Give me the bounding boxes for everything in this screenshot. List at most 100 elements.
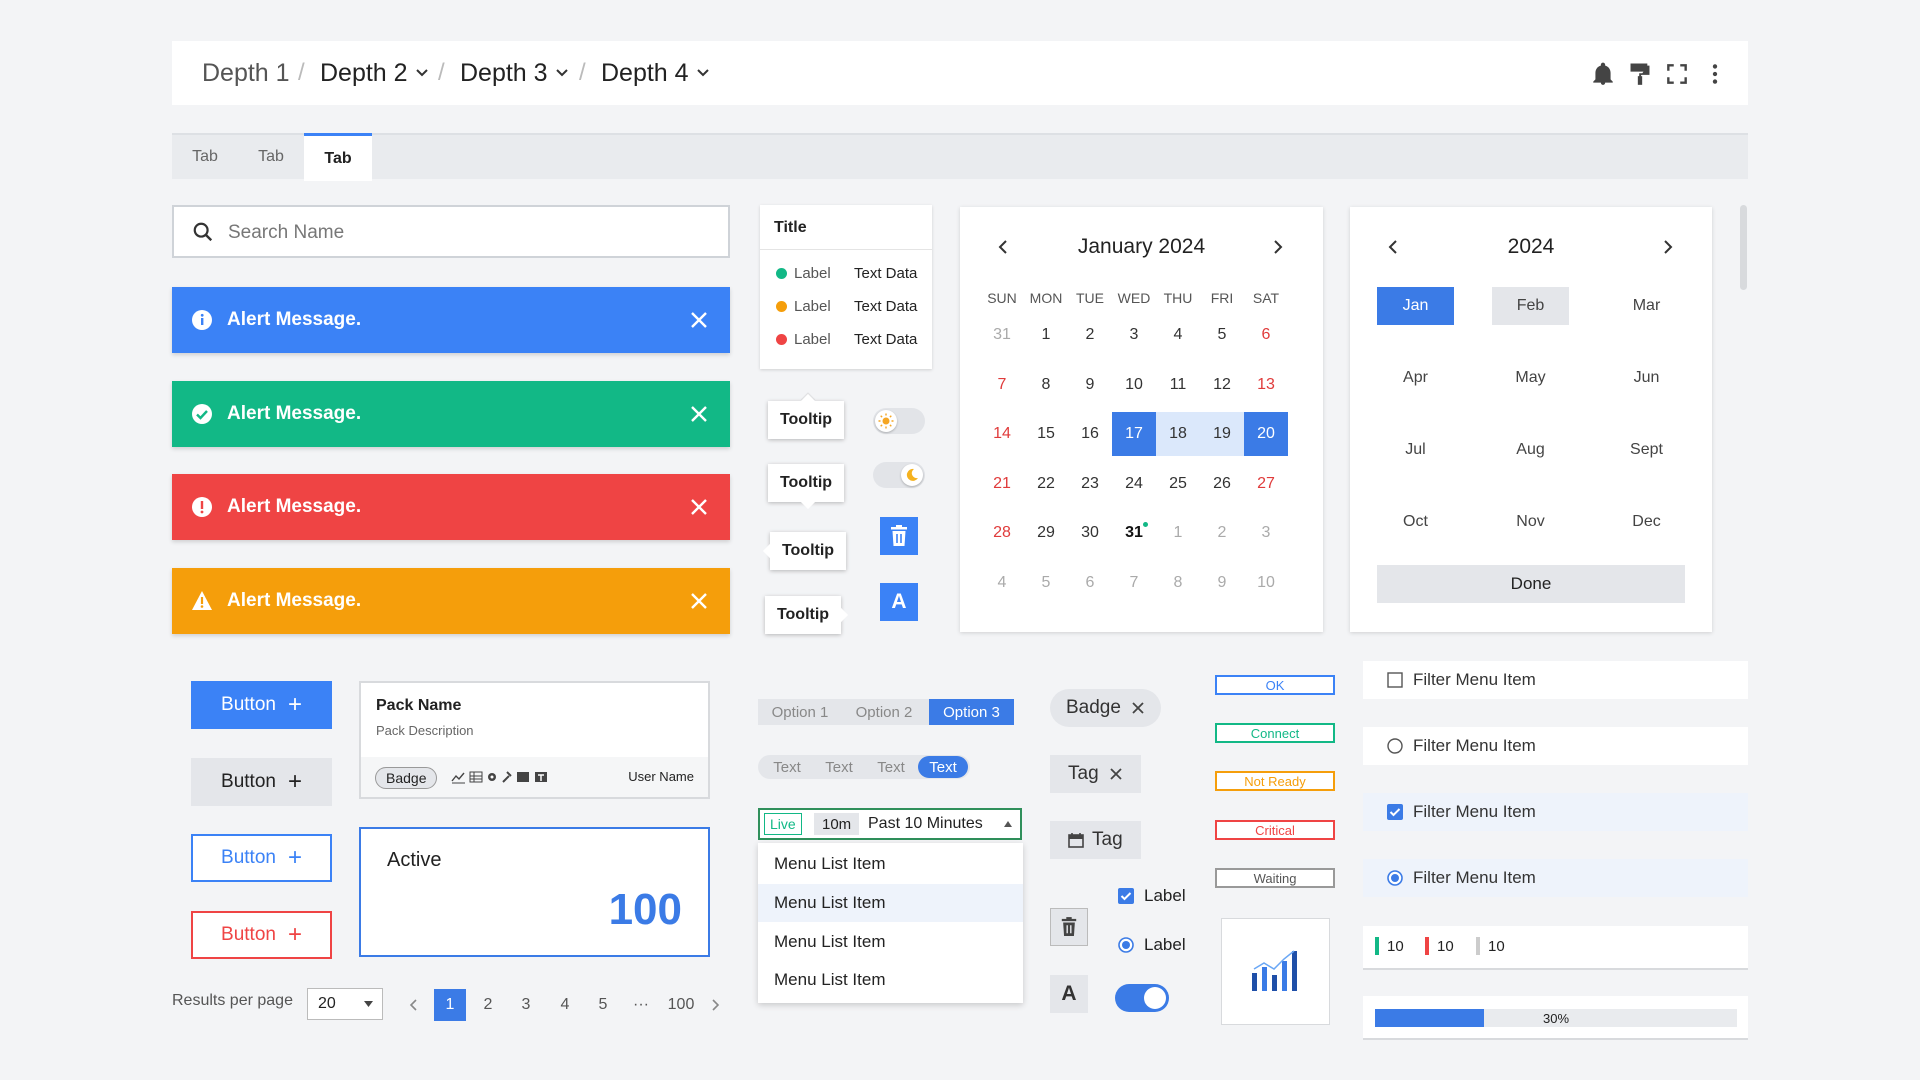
calendar-day[interactable]: 8 [1024, 363, 1068, 407]
calendar-day[interactable]: 29 [1024, 511, 1068, 555]
month-jul[interactable]: Jul [1377, 431, 1454, 469]
calendar-day[interactable]: 1 [1024, 313, 1068, 357]
bell-icon[interactable] [1590, 61, 1616, 87]
calendar-day[interactable]: 25 [1156, 462, 1200, 506]
page-2[interactable]: 2 [472, 989, 504, 1021]
fullscreen-icon[interactable] [1664, 61, 1690, 87]
close-icon[interactable] [688, 590, 710, 612]
theme-toggle-dark[interactable] [873, 462, 925, 488]
page-3[interactable]: 3 [510, 989, 542, 1021]
calendar-day[interactable]: 2 [1068, 313, 1112, 357]
month-dec[interactable]: Dec [1608, 503, 1685, 541]
calendar-day[interactable]: 9 [1068, 363, 1112, 407]
month-feb[interactable]: Feb [1492, 287, 1569, 325]
filter-item-checkbox-checked[interactable]: Filter Menu Item [1363, 793, 1748, 831]
button-outline[interactable]: Button + [191, 834, 332, 882]
breadcrumb-depth-3[interactable]: Depth 3 [460, 41, 568, 105]
calendar-day[interactable]: 1 [1156, 511, 1200, 555]
stat-card-active[interactable]: Active 100 [359, 827, 710, 957]
option-1[interactable]: Option 1 [758, 699, 842, 725]
close-icon[interactable] [688, 309, 710, 331]
calendar-day[interactable]: 24 [1112, 462, 1156, 506]
month-oct[interactable]: Oct [1377, 503, 1454, 541]
calendar-day[interactable]: 18 [1156, 412, 1200, 456]
chevron-right-icon[interactable] [1658, 238, 1676, 256]
text-option-4-selected[interactable]: Text [918, 756, 968, 778]
text-option-2[interactable]: Text [814, 755, 864, 779]
button-primary[interactable]: Button + [191, 681, 332, 729]
calendar-day[interactable]: 5 [1024, 561, 1068, 605]
calendar-day[interactable]: 23 [1068, 462, 1112, 506]
calendar-day[interactable]: 26 [1200, 462, 1244, 506]
close-icon[interactable] [1131, 701, 1145, 715]
page-1[interactable]: 1 [434, 989, 466, 1021]
menu-list-item[interactable]: Menu List Item [758, 923, 1023, 961]
calendar-day[interactable]: 28 [980, 511, 1024, 555]
month-nov[interactable]: Nov [1492, 503, 1569, 541]
close-icon[interactable] [688, 403, 710, 425]
button-danger-outline[interactable]: Button + [191, 911, 332, 959]
text-option-1[interactable]: Text [762, 755, 812, 779]
checkbox-field[interactable]: Label [1118, 886, 1186, 906]
month-may[interactable]: May [1492, 359, 1569, 397]
filter-item-radio-selected[interactable]: Filter Menu Item [1363, 859, 1748, 897]
tab-3-active[interactable]: Tab [304, 133, 372, 181]
theme-toggle-light[interactable] [873, 408, 925, 434]
page-4[interactable]: 4 [549, 989, 581, 1021]
calendar-day[interactable]: 31 [980, 313, 1024, 357]
calendar-day[interactable]: 21 [980, 462, 1024, 506]
calendar-day[interactable]: 9 [1200, 561, 1244, 605]
pagination-prev-icon[interactable] [408, 998, 420, 1012]
calendar-day[interactable]: 17 [1112, 412, 1156, 456]
month-jan[interactable]: Jan [1377, 287, 1454, 325]
calendar-day[interactable]: 6 [1244, 313, 1288, 357]
page-5[interactable]: 5 [587, 989, 619, 1021]
more-vertical-icon[interactable] [1702, 61, 1728, 87]
menu-list-item-hovered[interactable]: Menu List Item [758, 884, 1023, 922]
page-last[interactable]: 100 [662, 989, 700, 1021]
paint-roller-icon[interactable] [1627, 61, 1653, 87]
option-3-selected[interactable]: Option 3 [929, 699, 1014, 725]
calendar-day[interactable]: 7 [1112, 561, 1156, 605]
scrollbar-thumb[interactable] [1740, 205, 1747, 290]
calendar-day[interactable]: 15 [1024, 412, 1068, 456]
text-option-3[interactable]: Text [866, 755, 916, 779]
calendar-day[interactable]: 4 [980, 561, 1024, 605]
font-button-primary[interactable]: A [880, 583, 918, 621]
calendar-day[interactable]: 16 [1068, 412, 1112, 456]
button-secondary[interactable]: Button + [191, 758, 332, 806]
close-icon[interactable] [688, 496, 710, 518]
breadcrumb-depth-1[interactable]: Depth 1 [202, 41, 290, 105]
tab-2[interactable]: Tab [238, 135, 304, 179]
calendar-day[interactable]: 7 [980, 363, 1024, 407]
menu-list-item[interactable]: Menu List Item [758, 961, 1023, 999]
breadcrumb-depth-2[interactable]: Depth 2 [320, 41, 428, 105]
calendar-day[interactable]: 19 [1200, 412, 1244, 456]
per-page-select[interactable]: 20 [307, 988, 383, 1020]
calendar-day[interactable]: 11 [1156, 363, 1200, 407]
calendar-day[interactable]: 3 [1112, 313, 1156, 357]
month-apr[interactable]: Apr [1377, 359, 1454, 397]
chevron-right-icon[interactable] [1268, 238, 1286, 256]
calendar-day[interactable]: 5 [1200, 313, 1244, 357]
calendar-day[interactable]: 13 [1244, 363, 1288, 407]
calendar-day[interactable]: 10 [1244, 561, 1288, 605]
done-button[interactable]: Done [1377, 565, 1685, 603]
month-aug[interactable]: Aug [1492, 431, 1569, 469]
filter-item-radio[interactable]: Filter Menu Item [1363, 727, 1748, 765]
calendar-day[interactable]: 8 [1156, 561, 1200, 605]
filter-item-checkbox[interactable]: Filter Menu Item [1363, 661, 1748, 699]
calendar-day[interactable]: 14 [980, 412, 1024, 456]
month-sept[interactable]: Sept [1608, 431, 1685, 469]
option-2[interactable]: Option 2 [842, 699, 926, 725]
calendar-day[interactable]: 10 [1112, 363, 1156, 407]
calendar-day[interactable]: 6 [1068, 561, 1112, 605]
tab-1[interactable]: Tab [172, 135, 238, 179]
toggle-switch-on[interactable] [1115, 984, 1169, 1012]
font-button-secondary[interactable]: A [1050, 975, 1088, 1013]
pagination-next-icon[interactable] [709, 998, 721, 1012]
calendar-day[interactable]: 12 [1200, 363, 1244, 407]
calendar-day[interactable]: 2 [1200, 511, 1244, 555]
calendar-day[interactable]: 4 [1156, 313, 1200, 357]
delete-button-secondary[interactable] [1050, 908, 1088, 946]
